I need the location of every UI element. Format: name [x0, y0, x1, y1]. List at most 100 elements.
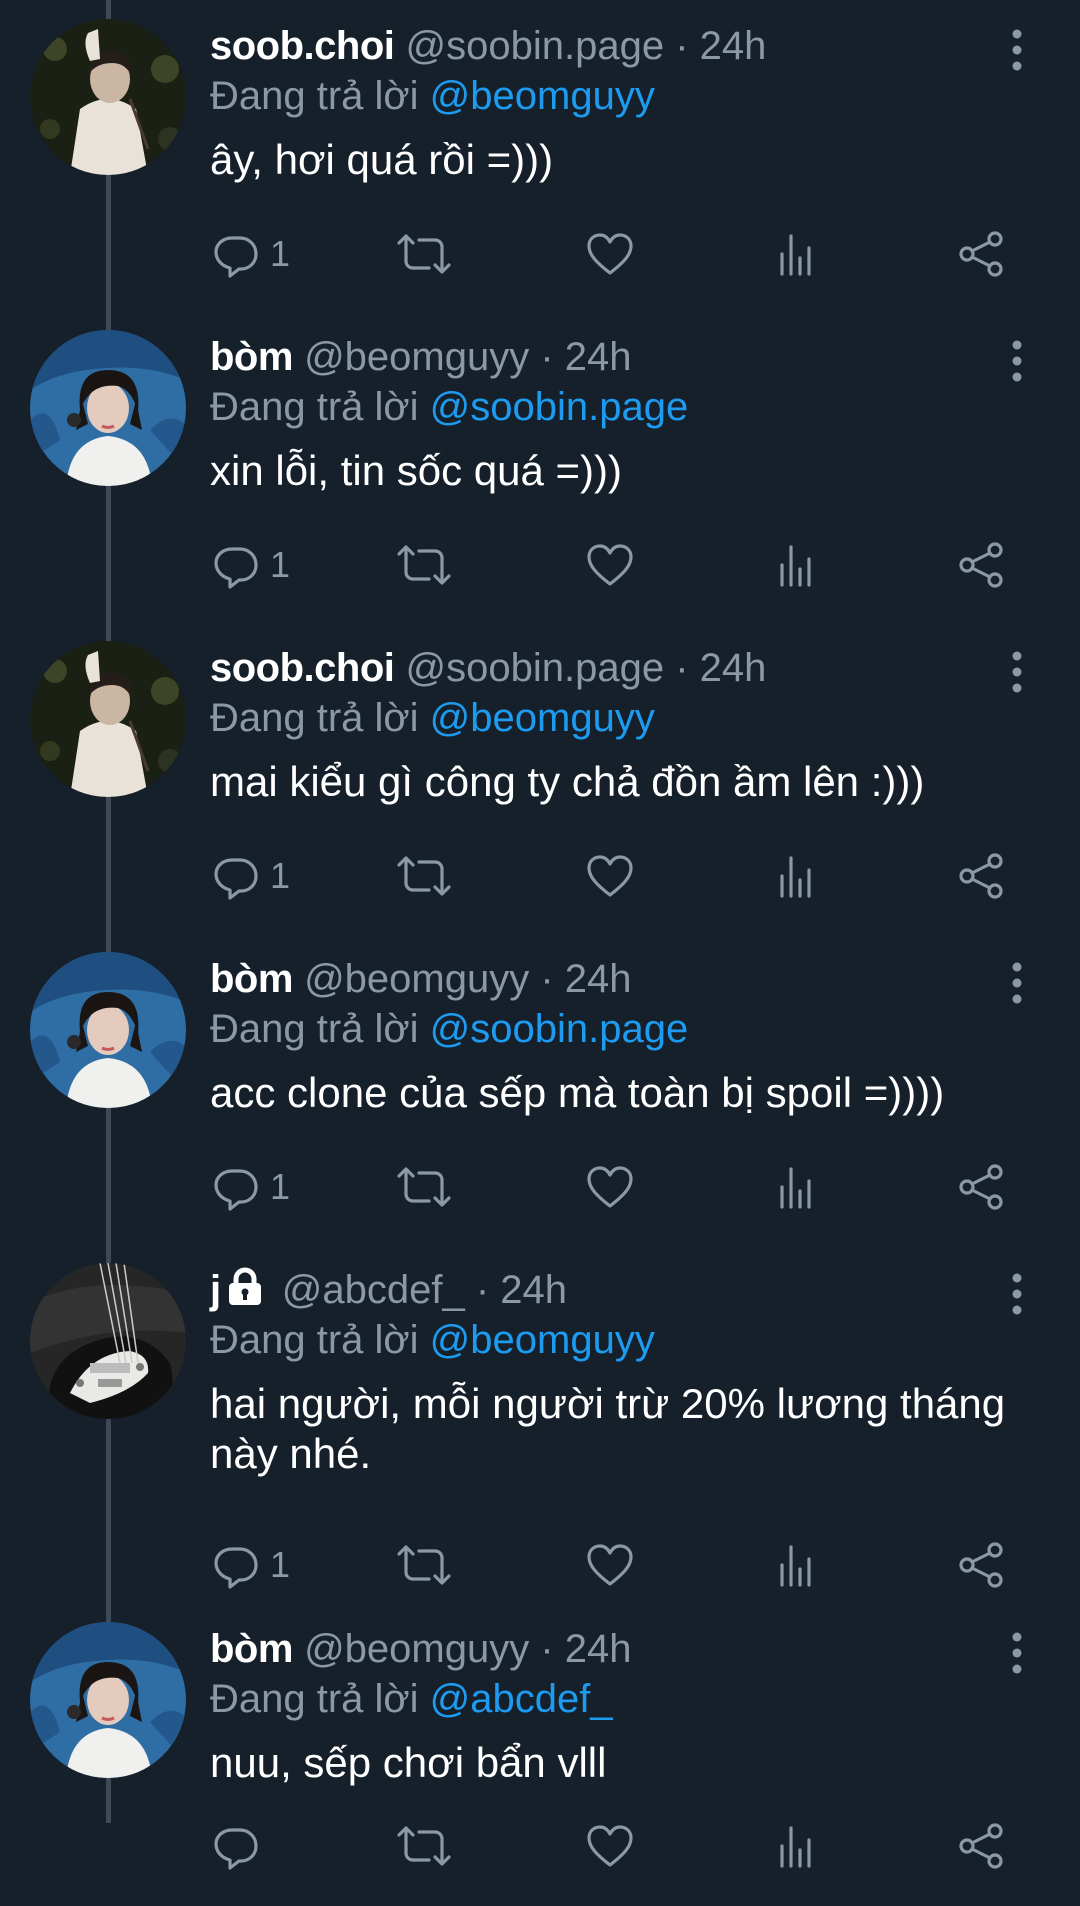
- retweet-button[interactable]: [396, 1535, 452, 1595]
- retweet-button[interactable]: [396, 224, 452, 284]
- share-button[interactable]: [958, 535, 1006, 595]
- more-icon[interactable]: [1000, 650, 1034, 694]
- retweet-button[interactable]: [396, 535, 452, 595]
- avatar[interactable]: [30, 19, 186, 175]
- user-handle[interactable]: @beomguyy: [304, 1627, 529, 1671]
- display-name[interactable]: soob.choi: [210, 24, 395, 68]
- user-handle[interactable]: @abcdef_: [282, 1268, 465, 1312]
- like-button[interactable]: [585, 224, 635, 284]
- reply-mention-link[interactable]: @abcdef_: [430, 1677, 613, 1721]
- display-name[interactable]: soob.choi: [210, 646, 395, 690]
- reply-mention-link[interactable]: @beomguyy: [430, 696, 655, 740]
- views-icon: [776, 541, 816, 589]
- timestamp[interactable]: · 24h: [540, 1627, 631, 1671]
- user-handle[interactable]: @soobin.page: [406, 24, 665, 68]
- reply-mention-link[interactable]: @soobin.page: [430, 385, 689, 429]
- tweet-header: j @abcdef_ · 24h: [210, 1264, 567, 1316]
- user-handle[interactable]: @beomguyy: [304, 957, 529, 1001]
- share-button[interactable]: [958, 1535, 1006, 1595]
- retweet-icon: [396, 230, 452, 278]
- reply-button[interactable]: 1: [212, 224, 290, 284]
- views-button[interactable]: [776, 535, 816, 595]
- avatar[interactable]: [30, 641, 186, 797]
- more-icon[interactable]: [1000, 1272, 1034, 1316]
- share-button[interactable]: [958, 1816, 1006, 1876]
- timestamp[interactable]: · 24h: [675, 24, 766, 68]
- views-icon: [776, 1822, 816, 1870]
- tweet[interactable]: bòm @beomguyy · 24h Đang trả lời @abcdef…: [0, 1603, 1080, 1906]
- reply-button[interactable]: 1: [212, 1157, 290, 1217]
- views-icon: [776, 1163, 816, 1211]
- tweet-text: xin lỗi, tin sốc quá =))): [210, 447, 623, 494]
- share-button[interactable]: [958, 224, 1006, 284]
- avatar[interactable]: [30, 952, 186, 1108]
- views-button[interactable]: [776, 1535, 816, 1595]
- display-name[interactable]: j: [210, 1268, 221, 1312]
- tweet-text: hai người, mỗi người trừ 20% lương tháng…: [210, 1380, 1006, 1477]
- reply-count: 1: [270, 233, 291, 274]
- tweet[interactable]: j @abcdef_ · 24h Đang trả lời @beomguyy …: [0, 1244, 1080, 1589]
- display-name[interactable]: bòm: [210, 335, 293, 379]
- replying-to-label: Đang trả lời: [210, 74, 419, 118]
- views-button[interactable]: [776, 1816, 816, 1876]
- tweet-actions: 1: [210, 535, 1020, 595]
- timestamp[interactable]: · 24h: [675, 646, 766, 690]
- timestamp[interactable]: · 24h: [540, 335, 631, 379]
- reply-button[interactable]: 1: [212, 1535, 290, 1595]
- reply-mention-link[interactable]: @beomguyy: [430, 74, 655, 118]
- more-icon[interactable]: [1000, 28, 1034, 72]
- more-icon[interactable]: [1000, 961, 1034, 1005]
- like-button[interactable]: [585, 1535, 635, 1595]
- views-button[interactable]: [776, 224, 816, 284]
- tweet[interactable]: soob.choi @soobin.page · 24h Đang trả lờ…: [0, 0, 1080, 303]
- tweet-text: nuu, sếp chơi bẩn vlll: [210, 1739, 607, 1786]
- retweet-button[interactable]: [396, 846, 452, 906]
- avatar[interactable]: [30, 1622, 186, 1778]
- reply-count: 1: [270, 544, 291, 585]
- reply-count: 1: [270, 855, 291, 896]
- retweet-icon: [396, 1541, 452, 1589]
- like-button[interactable]: [585, 1157, 635, 1217]
- share-button[interactable]: [958, 846, 1006, 906]
- tweet-header: bòm @beomguyy · 24h: [210, 953, 632, 1005]
- display-name[interactable]: bòm: [210, 1627, 293, 1671]
- like-icon: [585, 1541, 635, 1589]
- views-button[interactable]: [776, 846, 816, 906]
- user-handle[interactable]: @soobin.page: [406, 646, 665, 690]
- timestamp[interactable]: · 24h: [476, 1268, 567, 1312]
- tweet-actions: 1: [210, 846, 1020, 906]
- reply-button[interactable]: [212, 1816, 270, 1876]
- reply-count: 1: [270, 1544, 291, 1585]
- tweet[interactable]: bòm @beomguyy · 24h Đang trả lời @soobin…: [0, 311, 1080, 614]
- like-icon: [585, 1822, 635, 1870]
- replying-to-label: Đang trả lời: [210, 1677, 419, 1721]
- avatar[interactable]: [30, 1263, 186, 1419]
- views-icon: [776, 852, 816, 900]
- like-icon: [585, 541, 635, 589]
- tweet[interactable]: bòm @beomguyy · 24h Đang trả lời @soobin…: [0, 933, 1080, 1236]
- like-icon: [585, 230, 635, 278]
- reply-mention-link[interactable]: @soobin.page: [430, 1007, 689, 1051]
- like-button[interactable]: [585, 535, 635, 595]
- retweet-button[interactable]: [396, 1157, 452, 1217]
- more-icon[interactable]: [1000, 1631, 1034, 1675]
- reply-icon: [212, 1541, 260, 1589]
- share-button[interactable]: [958, 1157, 1006, 1217]
- reply-icon: [212, 1822, 260, 1870]
- timestamp[interactable]: · 24h: [540, 957, 631, 1001]
- user-handle[interactable]: @beomguyy: [304, 335, 529, 379]
- views-icon: [776, 230, 816, 278]
- reply-button[interactable]: 1: [212, 846, 290, 906]
- share-icon: [958, 1163, 1006, 1211]
- more-icon[interactable]: [1000, 339, 1034, 383]
- like-button[interactable]: [585, 846, 635, 906]
- views-button[interactable]: [776, 1157, 816, 1217]
- tweet-header: soob.choi @soobin.page · 24h: [210, 642, 766, 694]
- reply-mention-link[interactable]: @beomguyy: [430, 1318, 655, 1362]
- avatar[interactable]: [30, 330, 186, 486]
- display-name[interactable]: bòm: [210, 957, 293, 1001]
- retweet-button[interactable]: [396, 1816, 452, 1876]
- tweet[interactable]: soob.choi @soobin.page · 24h Đang trả lờ…: [0, 622, 1080, 925]
- like-button[interactable]: [585, 1816, 635, 1876]
- reply-button[interactable]: 1: [212, 535, 290, 595]
